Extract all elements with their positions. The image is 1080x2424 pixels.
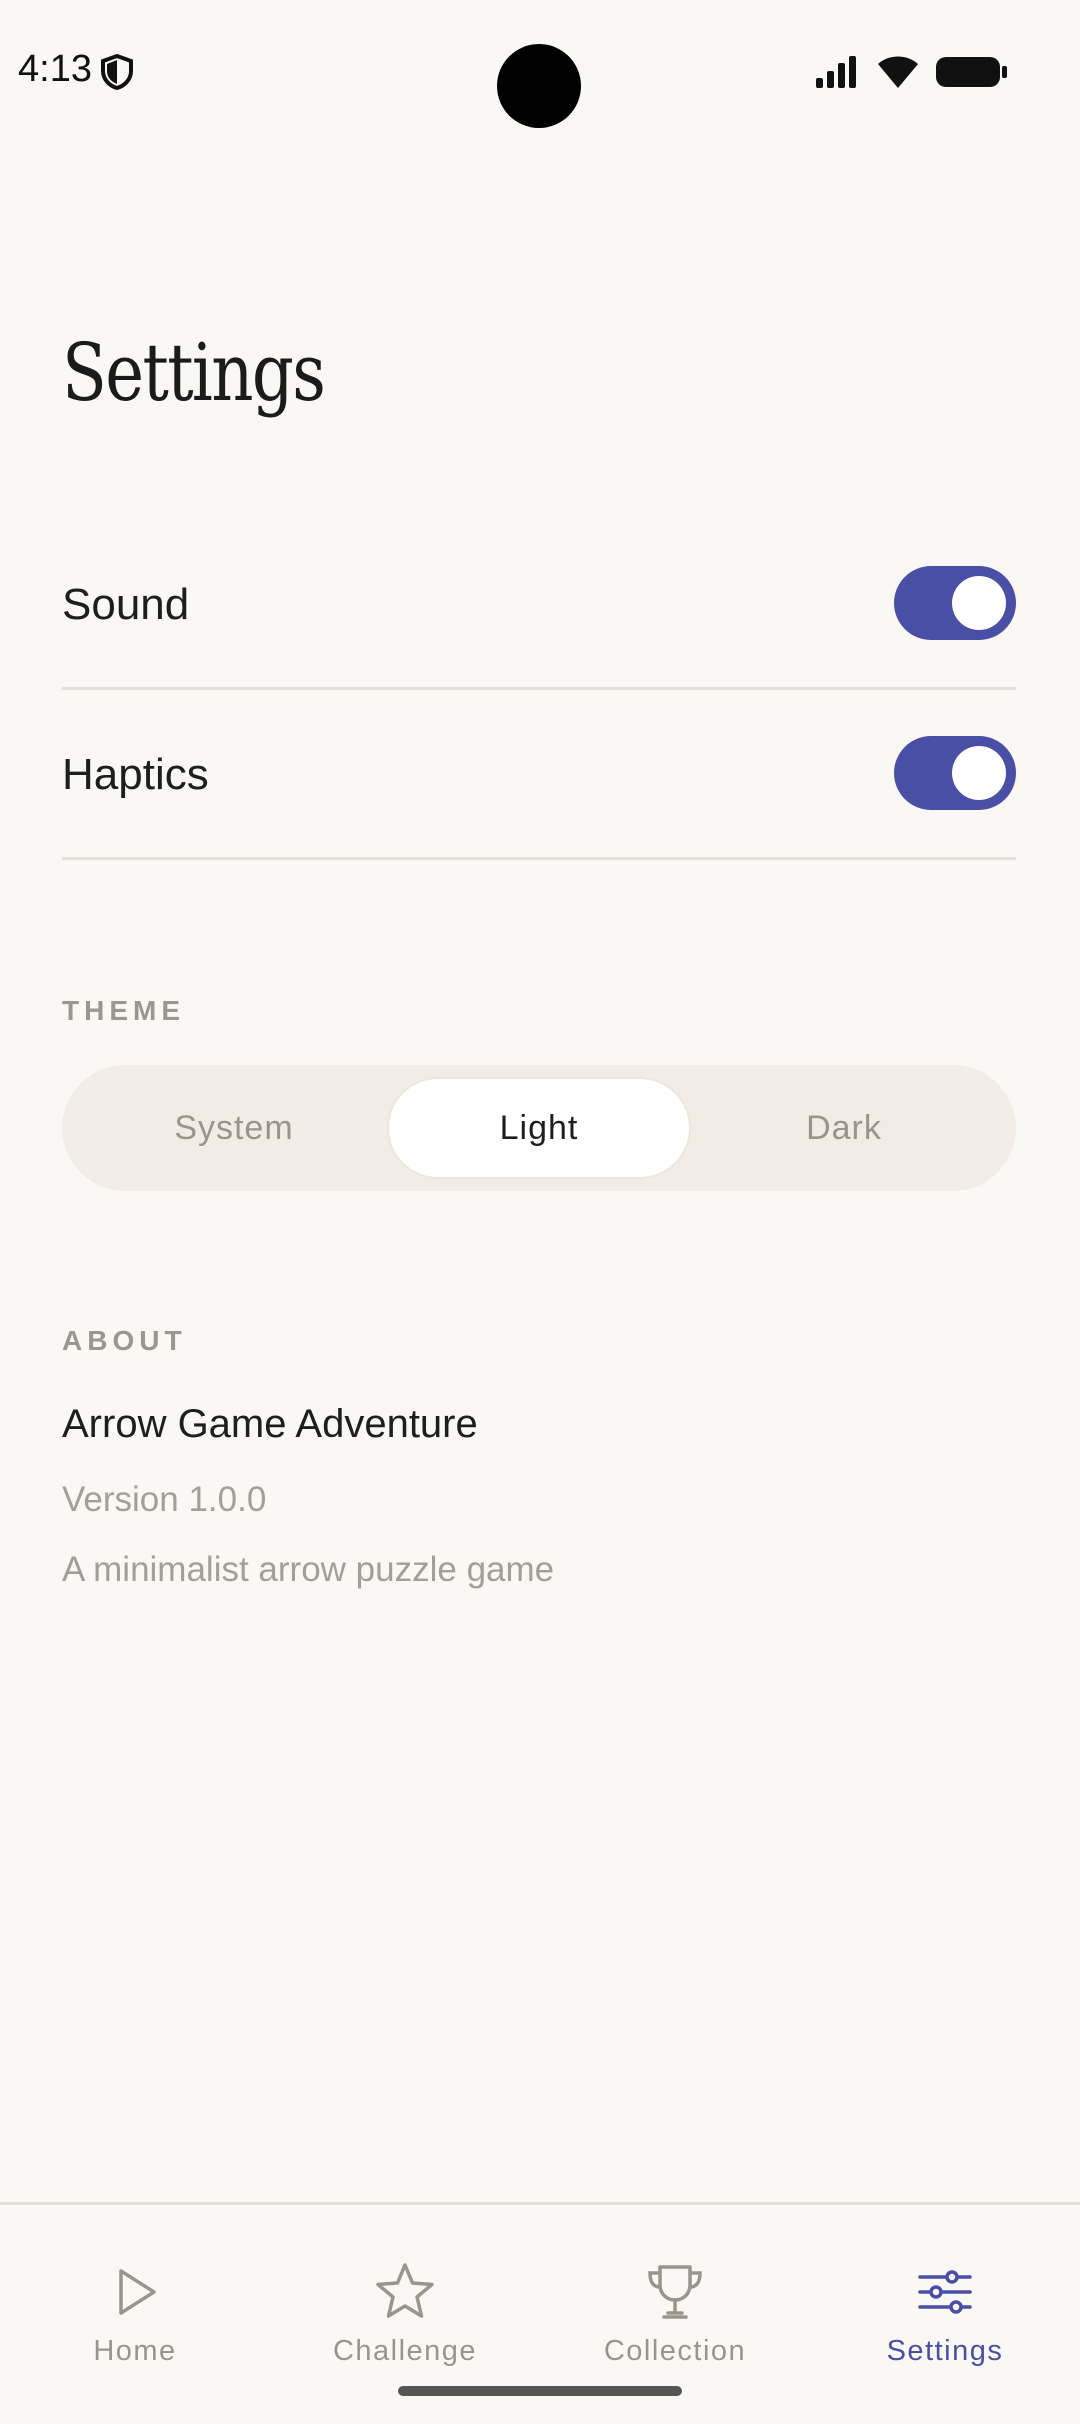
nav-item-settings[interactable]: Settings xyxy=(810,2205,1080,2385)
toggle-knob xyxy=(952,746,1006,800)
play-icon xyxy=(119,2269,156,2315)
theme-option-light[interactable]: Light xyxy=(387,1077,691,1179)
nav-item-collection[interactable]: Collection xyxy=(540,2205,810,2385)
haptics-label: Haptics xyxy=(62,750,209,799)
settings-screen: 4:13 Settings Sound Haptics THEME System… xyxy=(0,0,1080,2424)
nav-label-collection: Collection xyxy=(603,2335,747,2367)
theme-option-system[interactable]: System xyxy=(82,1077,386,1179)
signal-icon xyxy=(816,56,856,88)
sound-toggle[interactable] xyxy=(894,566,1016,640)
haptics-setting-row: Haptics xyxy=(62,690,1016,860)
star-icon xyxy=(376,2263,434,2318)
sliders-icon xyxy=(918,2270,972,2314)
about-app-name: Arrow Game Adventure xyxy=(62,1402,478,1446)
sound-setting-row: Sound xyxy=(62,520,1016,690)
trophy-icon xyxy=(648,2265,702,2319)
haptics-toggle[interactable] xyxy=(894,736,1016,810)
nav-item-home[interactable]: Home xyxy=(0,2205,270,2385)
theme-option-dark[interactable]: Dark xyxy=(692,1077,996,1179)
camera-cutout xyxy=(497,44,581,128)
status-bar: 4:13 xyxy=(0,0,1080,140)
about-section-header: ABOUT xyxy=(62,1325,187,1356)
nav-label-challenge: Challenge xyxy=(332,2335,478,2367)
sound-label: Sound xyxy=(62,580,190,629)
about-version: Version 1.0.0 xyxy=(62,1480,267,1519)
toggle-knob xyxy=(952,576,1006,630)
home-indicator[interactable] xyxy=(398,2386,682,2396)
page-title: Settings xyxy=(62,326,326,419)
nav-label-home: Home xyxy=(93,2335,177,2367)
theme-segmented-control: System Light Dark xyxy=(62,1065,1016,1191)
theme-section-header: THEME xyxy=(62,995,185,1026)
shield-icon xyxy=(101,54,133,90)
about-description: A minimalist arrow puzzle game xyxy=(62,1550,555,1589)
nav-label-settings: Settings xyxy=(886,2335,1004,2367)
status-time: 4:13 xyxy=(18,48,92,90)
nav-item-challenge[interactable]: Challenge xyxy=(270,2205,540,2385)
wifi-icon xyxy=(878,56,918,88)
battery-icon xyxy=(936,57,1007,87)
